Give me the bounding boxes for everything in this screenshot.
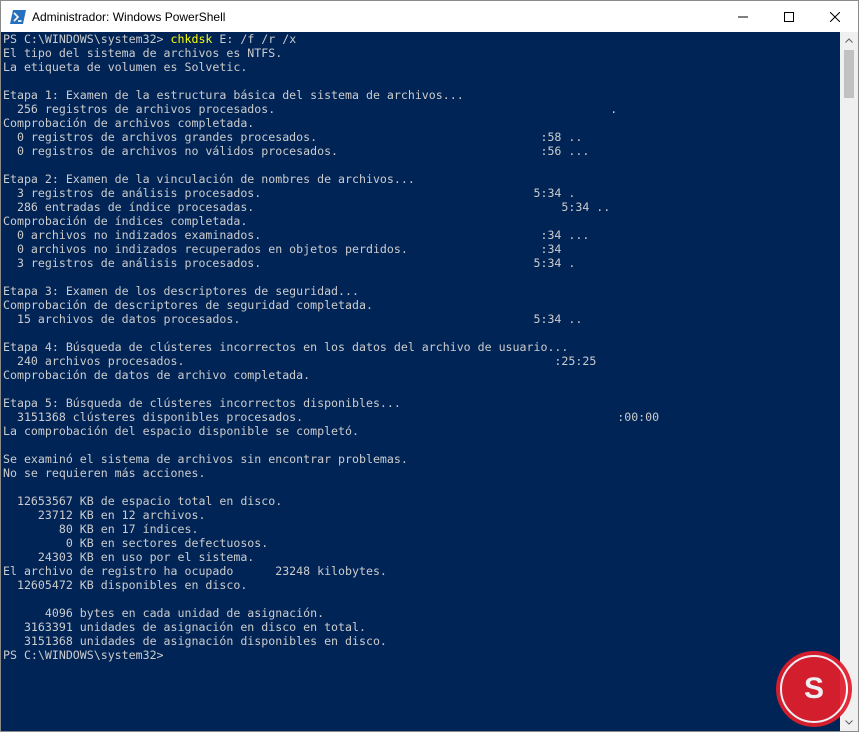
console-line: Etapa 2: Examen de la vinculación de nom… <box>3 172 415 186</box>
minimize-icon <box>738 16 748 17</box>
console-line: No se requieren más acciones. <box>3 466 206 480</box>
console-line: El tipo del sistema de archivos es NTFS. <box>3 46 283 60</box>
scrollbar-thumb[interactable] <box>844 50 854 98</box>
console-line: 3 registros de análisis procesados. 5:34… <box>3 256 576 270</box>
console-line: 3151368 unidades de asignación disponibl… <box>3 634 387 648</box>
console-line: 24303 KB en uso por el sistema. <box>3 550 255 564</box>
close-button[interactable] <box>812 1 858 32</box>
command-name: chkdsk <box>170 32 213 46</box>
console-line: 256 registros de archivos procesados. . <box>3 102 618 116</box>
console-line: Comprobación de datos de archivo complet… <box>3 368 311 382</box>
close-icon <box>830 11 840 22</box>
command-args: E: /f /r /x <box>212 32 297 46</box>
console-prompt-line: PS C:\WINDOWS\system32> <box>3 648 164 662</box>
solvetic-logo-icon: S <box>776 651 852 727</box>
vertical-scrollbar[interactable] <box>840 32 858 731</box>
console-line: 0 KB en sectores defectuosos. <box>3 536 269 550</box>
title-bar[interactable]: Administrador: Windows PowerShell <box>1 1 858 32</box>
scroll-down-button[interactable] <box>840 714 858 731</box>
console-line: 3151368 clústeres disponibles procesados… <box>3 410 660 424</box>
console-line: Comprobación de índices completada. <box>3 214 248 228</box>
console-line: Comprobación de archivos completada. <box>3 116 255 130</box>
console-line: Etapa 1: Examen de la estructura básica … <box>3 88 464 102</box>
maximize-icon <box>784 11 794 22</box>
console-line: 0 archivos no indizados recuperados en o… <box>3 242 562 256</box>
console-line: 4096 bytes en cada unidad de asignación. <box>3 606 325 620</box>
console-line: 12653567 KB de espacio total en disco. <box>3 494 283 508</box>
scroll-down-arrow-icon <box>845 720 853 725</box>
maximize-button[interactable] <box>766 1 812 32</box>
command-line: PS C:\WINDOWS\system32> chkdsk E: /f /r … <box>3 32 659 46</box>
console-line: 23712 KB en 12 archivos. <box>3 508 206 522</box>
window-title: Administrador: Windows PowerShell <box>32 9 226 24</box>
console-line: La etiqueta de volumen es Solvetic. <box>3 60 248 74</box>
scroll-up-arrow-icon <box>845 38 853 43</box>
console-line: Se examinó el sistema de archivos sin en… <box>3 452 408 466</box>
console-line: El archivo de registro ha ocupado 23248 … <box>3 564 387 578</box>
console-line: 3163391 unidades de asignación en disco … <box>3 620 366 634</box>
console-output: PS C:\WINDOWS\system32> chkdsk E: /f /r … <box>3 32 659 662</box>
console-line: 3 registros de análisis procesados. 5:34… <box>3 186 576 200</box>
minimize-button[interactable] <box>720 1 766 32</box>
scroll-up-button[interactable] <box>840 32 858 49</box>
console-line: 0 archivos no indizados examinados. :34 … <box>3 228 590 242</box>
console-line: 15 archivos de datos procesados. 5:34 .. <box>3 312 583 326</box>
console-line: La comprobación del espacio disponible s… <box>3 424 359 438</box>
console-area[interactable]: PS C:\WINDOWS\system32> chkdsk E: /f /r … <box>1 32 840 731</box>
console-line: 0 registros de archivos grandes procesad… <box>3 130 583 144</box>
logo-letter: S <box>803 672 824 705</box>
console-line: Etapa 3: Examen de los descriptores de s… <box>3 284 359 298</box>
powershell-window: Administrador: Windows PowerShell PS C:\… <box>0 0 859 732</box>
caption-buttons <box>720 1 858 32</box>
console-line: Etapa 5: Búsqueda de clústeres incorrect… <box>3 396 401 410</box>
prompt-path: PS C:\WINDOWS\system32> <box>3 32 171 46</box>
console-line: 12605472 KB disponibles en disco. <box>3 578 248 592</box>
console-line: 286 entradas de índice procesadas. 5:34 … <box>3 200 611 214</box>
console-line: 80 KB en 17 índices. <box>3 522 199 536</box>
console-line: 240 archivos procesados. :25:25 <box>3 354 597 368</box>
powershell-icon <box>10 9 26 25</box>
console-line: Etapa 4: Búsqueda de clústeres incorrect… <box>3 340 569 354</box>
console-line: 0 registros de archivos no válidos proce… <box>3 144 590 158</box>
console-line: Comprobación de descriptores de segurida… <box>3 298 373 312</box>
